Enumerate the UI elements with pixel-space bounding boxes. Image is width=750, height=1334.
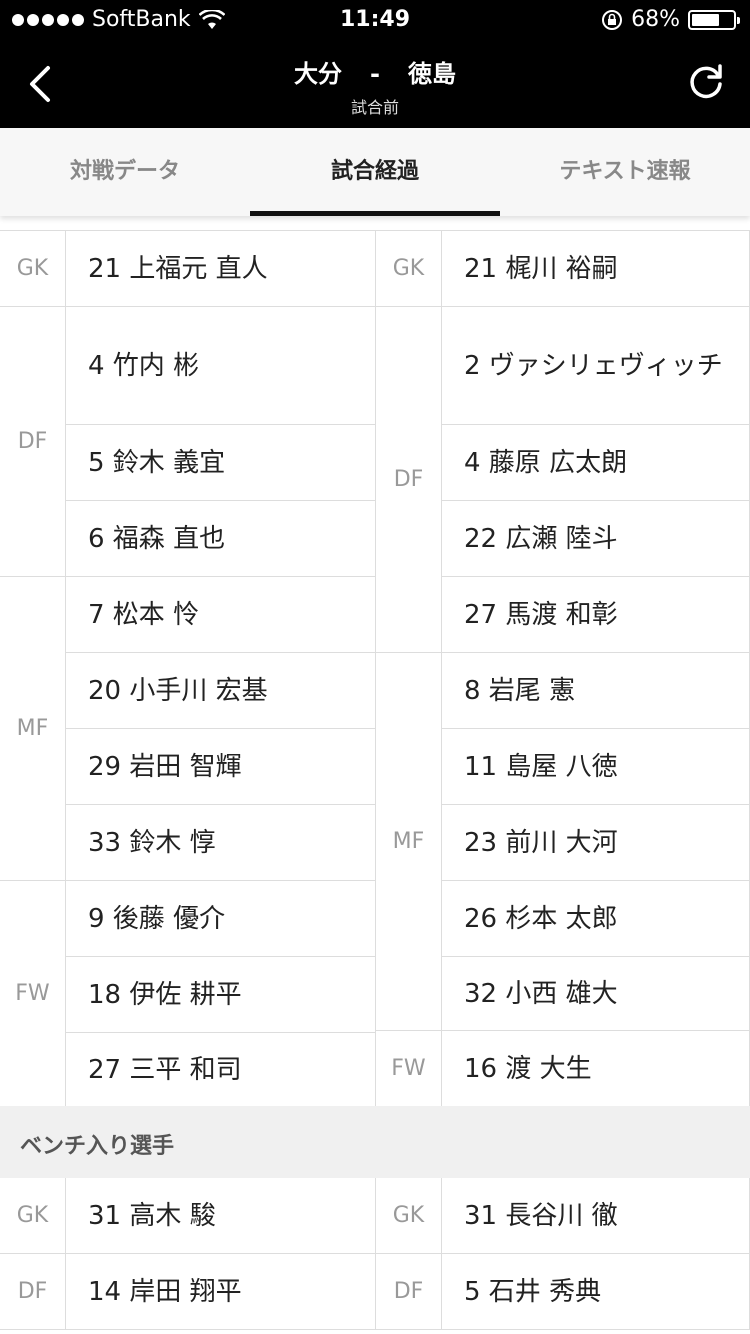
- position-label: GK: [0, 231, 66, 307]
- player-cell: 31 高木 駿: [66, 1178, 376, 1254]
- position-label: FW: [376, 1031, 442, 1107]
- player-cell: 32 小西 雄大: [442, 957, 750, 1031]
- tab-match-data[interactable]: 対戦データ: [0, 128, 250, 216]
- player-cell: 20 小手川 宏基: [66, 653, 376, 729]
- bench-lineup: GK DF 31 高木 駿 14 岸田 翔平 GK DF 31 長谷川 徹 5 …: [0, 1178, 750, 1334]
- player-cell: 21 梶川 裕嗣: [442, 231, 750, 307]
- player-cell: 6 福森 直也: [66, 501, 376, 577]
- team-separator: -: [370, 60, 380, 88]
- position-label: DF: [376, 307, 442, 653]
- position-label: GK: [376, 231, 442, 307]
- home-team: 大分: [294, 60, 343, 88]
- player-cell: 23 前川 大河: [442, 805, 750, 881]
- player-cell: 14 岸田 翔平: [66, 1254, 376, 1330]
- rotation-lock-icon: [602, 9, 623, 30]
- tab-text-live[interactable]: テキスト速報: [500, 128, 750, 216]
- player-cell: 22 広瀬 陸斗: [442, 501, 750, 577]
- position-label: DF: [0, 307, 66, 577]
- refresh-icon[interactable]: [684, 62, 728, 106]
- player-cell: 4 竹内 彬: [66, 307, 376, 425]
- player-cell: 31 長谷川 徹: [442, 1178, 750, 1254]
- match-status: 試合前: [350, 98, 399, 117]
- battery-icon: [688, 9, 740, 30]
- battery-percent: 68%: [631, 7, 680, 32]
- player-cell: 18 伊佐 耕平: [66, 957, 376, 1033]
- player-cell: 9 後藤 優介: [66, 881, 376, 957]
- player-cell: 5 石井 秀典: [442, 1254, 750, 1330]
- position-label: GK: [376, 1178, 442, 1254]
- position-label: GK: [0, 1178, 66, 1254]
- status-bar: SoftBank 11:49 68%: [0, 0, 750, 40]
- position-label: MF: [376, 653, 442, 1031]
- starting-lineup: GK DF MF FW 21 上福元 直人 4 竹内 彬 5 鈴木 義宜 6 福…: [0, 230, 750, 1107]
- bench-section-title: ベンチ入り選手: [0, 1106, 750, 1178]
- player-cell: 21 上福元 直人: [66, 231, 376, 307]
- tab-bar: 対戦データ 試合経過 テキスト速報: [0, 128, 750, 216]
- player-cell: 8 岩尾 憲: [442, 653, 750, 729]
- player-cell: 4 藤原 広太朗: [442, 425, 750, 501]
- player-cell: 11 島屋 八徳: [442, 729, 750, 805]
- player-cell: 27 三平 和司: [66, 1033, 376, 1107]
- tab-match-progress[interactable]: 試合経過: [250, 128, 500, 216]
- player-cell: 29 岩田 智輝: [66, 729, 376, 805]
- player-cell: 7 松本 怜: [66, 577, 376, 653]
- position-label: DF: [376, 1254, 442, 1330]
- player-cell: 2 ヴァシリェヴィッチ: [442, 307, 750, 425]
- player-cell: 5 鈴木 義宜: [66, 425, 376, 501]
- player-cell: 26 杉本 太郎: [442, 881, 750, 957]
- player-cell: 33 鈴木 惇: [66, 805, 376, 881]
- player-cell: 27 馬渡 和彰: [442, 577, 750, 653]
- nav-bar: 大分 - 徳島 試合前: [0, 40, 750, 128]
- player-cell: 16 渡 大生: [442, 1031, 750, 1107]
- position-label: FW: [0, 881, 66, 1107]
- position-label: DF: [0, 1254, 66, 1330]
- position-label: MF: [0, 577, 66, 881]
- match-title: 大分 - 徳島: [0, 54, 750, 89]
- away-team: 徳島: [407, 60, 456, 88]
